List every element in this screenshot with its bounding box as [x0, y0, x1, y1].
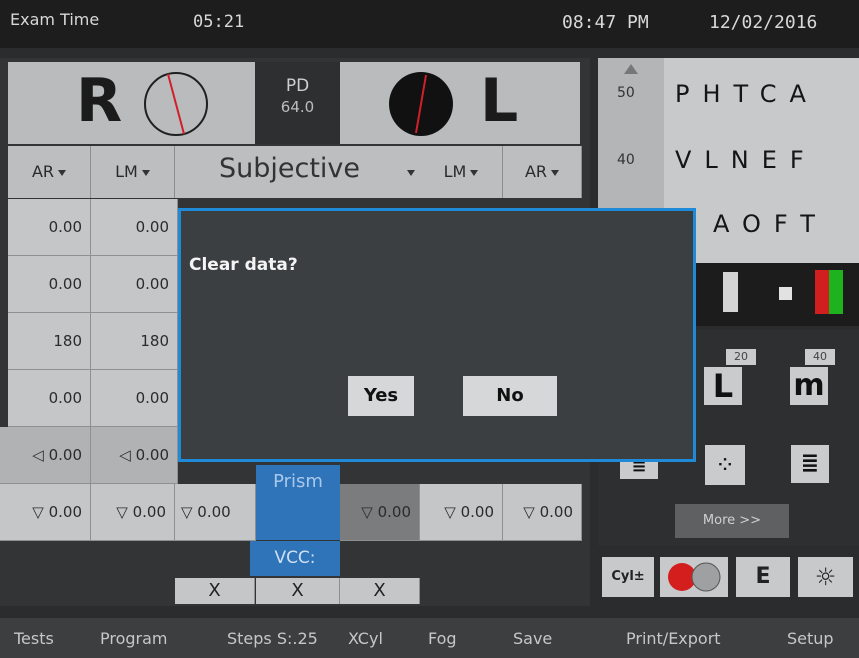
lm-right-dropdown[interactable]: LM — [420, 146, 503, 198]
small-square-icon — [779, 287, 792, 300]
chevron-down-icon — [141, 169, 150, 176]
pd-value: 64.0 — [280, 98, 315, 116]
lm-left-dropdown[interactable]: LM — [91, 146, 175, 198]
chart-edit-icon[interactable]: E — [736, 557, 790, 597]
ar-sph-cell[interactable]: 0.00 — [8, 199, 91, 256]
ar-right-dropdown[interactable]: AR — [503, 146, 582, 198]
tag-40: 40 — [805, 349, 835, 365]
bottom-menu: Tests Program Steps S:.25 XCyl Fog Save … — [0, 618, 859, 658]
chevron-down-icon — [470, 169, 479, 176]
red-bar-icon — [815, 270, 829, 314]
chart-size-40: 40 — [617, 152, 635, 168]
no-button[interactable]: No — [463, 376, 557, 416]
x-cell-3[interactable]: X — [340, 578, 420, 604]
tag-20: 20 — [726, 349, 756, 365]
right-eye-label: R — [76, 66, 123, 136]
x-cell-1[interactable]: X — [175, 578, 255, 604]
pd-label: PD — [285, 76, 310, 96]
ar-add-cell[interactable]: 0.00 — [8, 370, 91, 427]
chart-line-1: PHTCA — [675, 80, 819, 108]
ar-prism-h-cell[interactable]: ◁ 0.00 — [0, 427, 91, 484]
ar-left-label: AR — [31, 162, 55, 181]
x-cell-2[interactable]: X — [256, 578, 340, 604]
text-block-icon[interactable]: ≣ — [791, 445, 829, 483]
m-target-icon[interactable]: m — [790, 367, 828, 405]
yes-button[interactable]: Yes — [348, 376, 414, 416]
brightness-icon[interactable]: ☼ — [798, 557, 853, 597]
exam-time-label: Exam Time — [10, 10, 100, 29]
lm-r-prism-v-cell[interactable]: ▽ 0.00 — [420, 484, 503, 541]
chevron-down-icon — [551, 169, 560, 176]
lm-left-label: LM — [115, 162, 138, 181]
red-green-icon[interactable] — [660, 557, 728, 597]
green-bar-icon — [829, 270, 843, 314]
lm-sph-cell[interactable]: 0.00 — [91, 199, 178, 256]
vcc-button[interactable]: VCC: — [250, 541, 340, 576]
menu-xcyl[interactable]: XCyl — [348, 629, 383, 648]
ar-axis-cell[interactable]: 180 — [8, 313, 91, 370]
left-eye-axis-icon — [389, 72, 453, 136]
right-eye-selector[interactable]: R — [8, 62, 255, 144]
subj-l-prism-v-cell[interactable]: ▽ 0.00 — [340, 484, 420, 541]
dialog-message: Clear data? — [189, 255, 298, 275]
cyl-toggle-icon[interactable]: Cyl± — [602, 557, 654, 597]
lm-prism-v-cell[interactable]: ▽ 0.00 — [91, 484, 175, 541]
menu-setup[interactable]: Setup — [787, 629, 834, 648]
dot-pattern-icon[interactable]: ⁘ — [705, 445, 745, 485]
menu-print-export[interactable]: Print/Export — [626, 629, 721, 648]
subjective-label: Subjective — [219, 153, 361, 184]
ar-left-dropdown[interactable]: AR — [8, 146, 91, 198]
pd-display[interactable]: PD 64.0 — [255, 62, 340, 144]
ar-prism-v-cell[interactable]: ▽ 0.00 — [0, 484, 91, 541]
lm-axis-cell[interactable]: 180 — [91, 313, 178, 370]
ar-r-prism-v-cell[interactable]: ▽ 0.00 — [503, 484, 582, 541]
chevron-down-icon — [407, 170, 415, 176]
left-eye-label: L — [480, 66, 519, 136]
menu-tests[interactable]: Tests — [14, 629, 54, 648]
status-bar: Exam Time 05:21 08:47 PM 12/02/2016 — [0, 0, 859, 48]
subjective-dropdown[interactable]: Subjective — [175, 146, 420, 198]
lm-add-cell[interactable]: 0.00 — [91, 370, 178, 427]
menu-save[interactable]: Save — [513, 629, 552, 648]
phoropter-app: Exam Time 05:21 08:47 PM 12/02/2016 R PD… — [0, 0, 859, 658]
exam-timer: 05:21 — [193, 12, 245, 32]
chevron-down-icon — [58, 169, 67, 176]
menu-steps[interactable]: Steps S:.25 — [227, 629, 318, 648]
subj-r-prism-v-cell[interactable]: ▽ 0.00 — [175, 484, 256, 541]
chart-size-50: 50 — [617, 85, 635, 101]
scroll-up-icon[interactable] — [624, 64, 638, 74]
clear-data-dialog: Clear data? Yes No — [178, 208, 696, 462]
right-eye-axis-icon — [144, 72, 208, 136]
prism-label: Prism — [273, 471, 323, 492]
more-button[interactable]: More >> — [675, 504, 789, 538]
prism-button[interactable]: Prism — [256, 465, 340, 540]
lm-prism-h-cell[interactable]: ◁ 0.00 — [91, 427, 178, 484]
red-green-circles — [668, 562, 721, 592]
left-eye-selector[interactable]: L — [340, 62, 580, 144]
ar-right-label: AR — [524, 162, 548, 181]
white-bar-icon — [723, 272, 738, 312]
clock: 08:47 PM — [562, 12, 649, 33]
lm-cyl-cell[interactable]: 0.00 — [91, 256, 178, 313]
ar-cyl-cell[interactable]: 0.00 — [8, 256, 91, 313]
l-target-icon[interactable]: L — [704, 367, 742, 405]
menu-program[interactable]: Program — [100, 629, 168, 648]
lm-right-label: LM — [443, 162, 467, 181]
chart-line-3: AOFT — [713, 210, 828, 238]
menu-fog[interactable]: Fog — [428, 629, 457, 648]
date: 12/02/2016 — [709, 12, 818, 33]
chart-line-2: VLNEF — [675, 146, 817, 174]
